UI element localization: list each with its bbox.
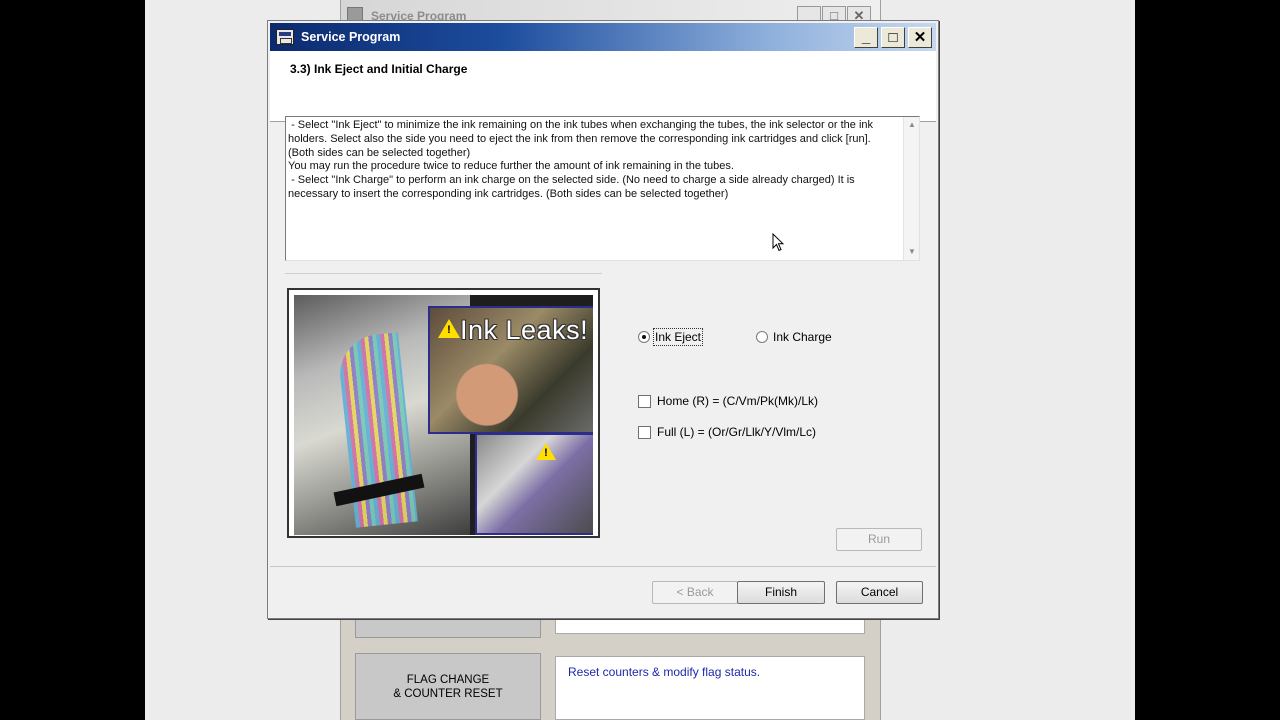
app-icon bbox=[347, 7, 363, 21]
dialog-title: Service Program bbox=[301, 30, 401, 44]
ink-charge-label[interactable]: Ink Charge bbox=[773, 330, 832, 344]
full-side-option[interactable]: Full (L) = (Or/Gr/Llk/Y/Vlm/Lc) bbox=[638, 425, 816, 439]
mouse-cursor-icon bbox=[772, 233, 784, 252]
step-title: 3.3) Ink Eject and Initial Charge bbox=[290, 62, 468, 76]
illustration-panel: ! ! Ink Leaks! bbox=[285, 273, 602, 539]
wizard-header: 3.3) Ink Eject and Initial Charge bbox=[270, 51, 936, 122]
ink-eject-option[interactable]: Ink Eject bbox=[638, 328, 704, 346]
footer-divider bbox=[270, 566, 936, 567]
flag-change-counter-reset-button[interactable]: FLAG CHANGE & COUNTER RESET bbox=[355, 653, 541, 720]
minimize-button[interactable]: _ bbox=[854, 27, 878, 48]
finish-button[interactable]: Finish bbox=[737, 581, 825, 604]
photo-inset-bottom bbox=[475, 433, 593, 535]
maximize-button[interactable]: □ bbox=[881, 27, 905, 48]
instructions-scrollbar[interactable]: ▲ ▼ bbox=[903, 117, 919, 260]
printer-app-icon bbox=[276, 29, 294, 45]
ink-leak-photo: ! ! Ink Leaks! bbox=[294, 295, 593, 535]
ink-eject-label[interactable]: Ink Eject bbox=[652, 328, 704, 346]
cancel-button[interactable]: Cancel bbox=[836, 581, 923, 604]
back-button[interactable]: < Back bbox=[652, 581, 738, 604]
close-button[interactable]: ✕ bbox=[908, 27, 932, 48]
ink-eject-radio[interactable] bbox=[638, 331, 650, 343]
flag-change-description: Reset counters & modify flag status. bbox=[555, 656, 865, 720]
home-side-option[interactable]: Home (R) = (C/Vm/Pk(Mk)/Lk) bbox=[638, 394, 818, 408]
full-side-label[interactable]: Full (L) = (Or/Gr/Llk/Y/Vlm/Lc) bbox=[657, 425, 816, 439]
home-side-label[interactable]: Home (R) = (C/Vm/Pk(Mk)/Lk) bbox=[657, 394, 818, 408]
full-side-checkbox[interactable] bbox=[638, 425, 651, 439]
ink-leaks-overlay-text: Ink Leaks! bbox=[460, 315, 589, 345]
scroll-down-arrow-icon[interactable]: ▼ bbox=[904, 245, 919, 259]
service-program-dialog: Service Program _ □ ✕ 3.3) Ink Eject and… bbox=[267, 20, 939, 619]
instructions-textbox[interactable]: - Select "Ink Eject" to minimize the ink… bbox=[285, 116, 920, 261]
home-side-checkbox[interactable] bbox=[638, 394, 651, 408]
scroll-up-arrow-icon[interactable]: ▲ bbox=[904, 118, 919, 132]
illustration-frame: ! ! Ink Leaks! bbox=[287, 288, 600, 538]
ink-charge-option[interactable]: Ink Charge bbox=[756, 330, 832, 344]
dialog-titlebar[interactable]: Service Program _ □ ✕ bbox=[270, 23, 936, 51]
run-button[interactable]: Run bbox=[836, 528, 922, 551]
ink-charge-radio[interactable] bbox=[756, 331, 768, 343]
instructions-text: - Select "Ink Eject" to minimize the ink… bbox=[288, 119, 874, 200]
